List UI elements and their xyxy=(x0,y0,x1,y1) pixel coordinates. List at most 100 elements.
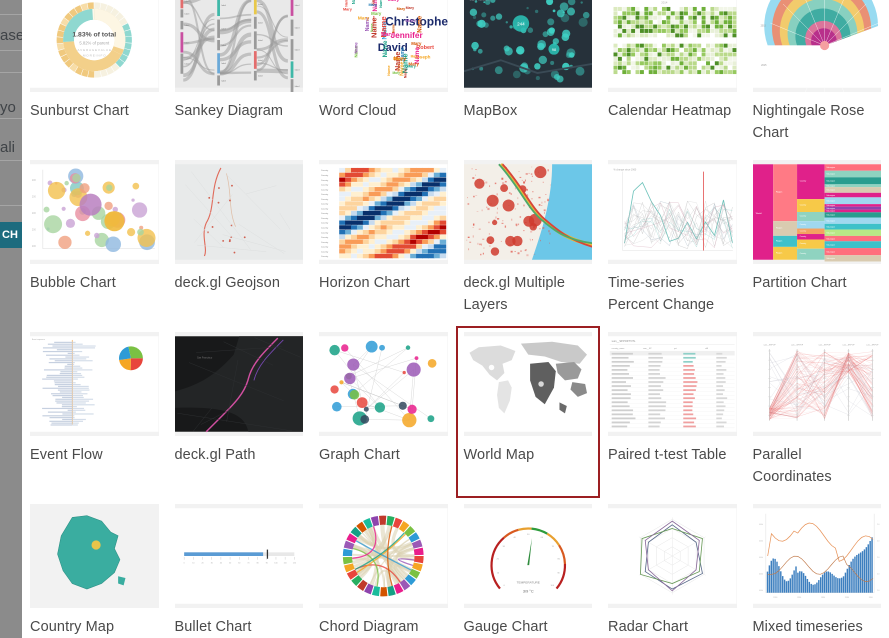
viz-type-card[interactable]: Graph Chart xyxy=(311,326,456,498)
viz-type-label: Calendar Heatmap xyxy=(608,103,732,119)
svg-text:Country: Country xyxy=(799,229,805,232)
svg-text:label: label xyxy=(184,1,189,3)
svg-text:Name: Name xyxy=(351,0,356,4)
viz-type-card[interactable]: World Map xyxy=(455,326,600,498)
viz-type-gallery: 1.83% of total 5.82% of parent A V E R A G… xyxy=(22,0,889,638)
viz-type-card[interactable]: 400k 2.0 400k 2.0 400k 2.0 400k 2.0 400k 2.0 1990 1… xyxy=(744,498,889,638)
svg-text:10: 10 xyxy=(192,562,194,564)
svg-text:country_name: country_name xyxy=(612,347,626,350)
svg-text:2015: 2015 xyxy=(761,64,767,67)
viz-thumbnail-partition: World Region Region Region Region Country Coun… xyxy=(752,160,881,264)
svg-text:Country: Country xyxy=(321,236,329,239)
viz-thumbnail-horizon: Country Country Country Country Country Count… xyxy=(319,160,448,264)
svg-text:Sub-region: Sub-region xyxy=(826,190,835,192)
viz-type-card[interactable]: label label label label label label label label… xyxy=(166,0,311,154)
svg-text:Country: Country xyxy=(321,188,329,191)
svg-text:label: label xyxy=(294,5,299,7)
svg-text:sum__SP: sum__SP xyxy=(643,348,652,350)
viz-type-card[interactable]: deck.gl Multiple Layers xyxy=(455,154,600,326)
svg-text:Sub-region: Sub-region xyxy=(826,181,835,183)
viz-thumbnail-timeseries-pct: % change since 1960 xyxy=(608,160,737,264)
svg-text:Mary: Mary xyxy=(368,3,378,7)
viz-type-card[interactable]: sum__SP.POP sum__SP.POP sum__SP.POP sum__SP… xyxy=(744,326,889,498)
viz-thumbnail-event-flow: Event sequence xyxy=(30,332,159,436)
viz-thumbnail-deckgl-path: San Francisco xyxy=(174,332,303,436)
viz-type-card[interactable]: Event sequence Event Flow xyxy=(22,326,167,498)
background-primary-button[interactable]: CH xyxy=(0,222,22,248)
svg-text:label: label xyxy=(184,42,189,44)
viz-thumbnail-radar xyxy=(608,504,737,608)
viz-type-card[interactable]: Radar Chart xyxy=(600,498,745,638)
svg-text:sum__SP.POP.TOTL: sum__SP.POP.TOTL xyxy=(612,339,636,343)
viz-type-label: Sankey Diagram xyxy=(174,103,284,119)
svg-text:60: 60 xyxy=(238,562,240,564)
svg-text:Mary: Mary xyxy=(371,11,382,16)
svg-text:Country: Country xyxy=(321,250,329,253)
svg-text:1990: 1990 xyxy=(868,597,872,599)
viz-type-card[interactable]: % change since 1960 Time-series Percent C… xyxy=(600,154,745,326)
viz-thumbnail-graph xyxy=(319,332,448,436)
svg-text:Mary: Mary xyxy=(405,18,416,23)
viz-type-card[interactable]: 0 10 20 30 40 50 60 70 80 90 100 TEMPERATURE 3/9 °C G… xyxy=(455,498,600,638)
svg-text:1990: 1990 xyxy=(844,597,848,599)
svg-text:400k: 400k xyxy=(759,557,763,559)
viz-type-card[interactable]: 1.83% of total 5.82% of parent A V E R A G… xyxy=(22,0,167,154)
svg-text:World: World xyxy=(755,212,761,215)
viz-type-card[interactable]: San Francisco24498MapBox xyxy=(455,0,600,154)
svg-text:pct: pct xyxy=(674,347,677,350)
svg-text:200: 200 xyxy=(32,195,37,198)
svg-text:Sub-region: Sub-region xyxy=(826,258,835,260)
svg-text:Sub-region: Sub-region xyxy=(826,195,835,197)
svg-text:% change since 1960: % change since 1960 xyxy=(614,169,637,172)
svg-text:Country: Country xyxy=(321,241,329,244)
background-text-fragment: ase xyxy=(0,27,22,44)
svg-text:Country: Country xyxy=(321,246,329,249)
svg-text:Region: Region xyxy=(775,192,781,194)
svg-text:Country: Country xyxy=(321,179,329,182)
svg-text:Mary: Mary xyxy=(343,8,353,12)
viz-type-card[interactable]: San Francisco deck.gl Path xyxy=(166,326,311,498)
svg-text:Country: Country xyxy=(799,180,805,183)
viz-type-card[interactable]: deck.gl Geojson xyxy=(166,154,311,326)
svg-text:Mary: Mary xyxy=(411,41,422,46)
viz-type-card[interactable]: Heatmap with 152014 Calendar Heatmap xyxy=(600,0,745,154)
viz-type-card[interactable]: Country Map xyxy=(22,498,167,638)
viz-type-card[interactable]: Country Country Country Country Country Count… xyxy=(311,154,456,326)
svg-text:50: 50 xyxy=(229,562,231,564)
svg-text:Mary: Mary xyxy=(388,0,400,3)
viz-type-card[interactable]: 200 200 200 200 200 Bubble Chart xyxy=(22,154,167,326)
viz-type-card[interactable]: Chord Diagram xyxy=(311,498,456,638)
svg-text:label: label xyxy=(221,29,226,31)
viz-type-card[interactable]: 0 10 20 30 40 50 60 70 80 90 100 110 120 Bullet Chart xyxy=(166,498,311,638)
viz-type-label: deck.gl Path xyxy=(174,447,256,463)
svg-text:Mary: Mary xyxy=(411,54,419,58)
svg-text:Sub-region: Sub-region xyxy=(826,220,835,222)
svg-text:110: 110 xyxy=(283,562,286,564)
svg-text:label: label xyxy=(258,4,263,6)
svg-text:Name: Name xyxy=(403,68,407,78)
viz-type-card[interactable]: 2015201520152015201520152015201520152015… xyxy=(744,0,889,154)
svg-text:80: 80 xyxy=(256,562,258,564)
svg-text:200: 200 xyxy=(32,212,37,215)
viz-thumbnail-bubble: 200 200 200 200 200 xyxy=(30,160,159,264)
svg-text:2.0: 2.0 xyxy=(876,590,879,592)
svg-text:2015: 2015 xyxy=(760,25,766,28)
svg-text:Name: Name xyxy=(378,0,383,8)
svg-text:1990: 1990 xyxy=(820,597,824,599)
svg-text:Country: Country xyxy=(321,174,329,177)
svg-text:Mary: Mary xyxy=(381,32,393,38)
viz-type-card[interactable]: World Region Region Region Region Country Coun… xyxy=(744,154,889,326)
viz-type-label: Parallel Coordinates xyxy=(752,447,832,485)
svg-text:TEMPERATURE: TEMPERATURE xyxy=(516,581,539,585)
viz-type-card[interactable]: Christopher Jennifer David Robert Joseph Name… xyxy=(311,0,456,154)
viz-type-label: Chord Diagram xyxy=(319,619,419,635)
viz-type-label: MapBox xyxy=(463,103,518,119)
svg-text:Region: Region xyxy=(775,228,781,230)
viz-type-label: Graph Chart xyxy=(319,447,400,463)
viz-type-card[interactable]: sum__SP.POP.TOTL country_name sum__SP pct di… xyxy=(600,326,745,498)
svg-text:label: label xyxy=(221,5,226,7)
svg-text:A V E R A G E V A L U E: A V E R A G E V A L U E xyxy=(77,48,111,52)
svg-text:Sub-region: Sub-region xyxy=(826,174,835,176)
svg-text:200: 200 xyxy=(32,179,37,182)
svg-text:5.82% of parent: 5.82% of parent xyxy=(79,41,110,46)
